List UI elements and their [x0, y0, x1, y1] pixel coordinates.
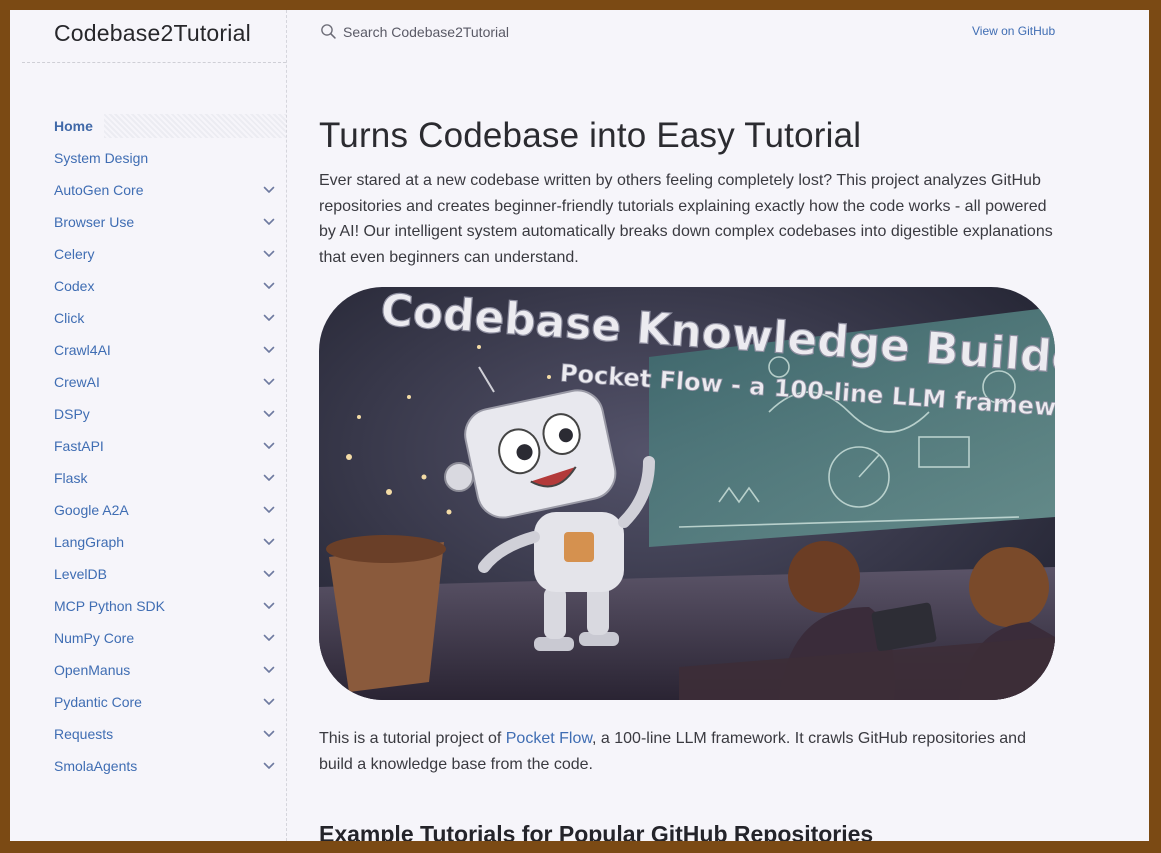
sidebar-item-label: Pydantic Core: [54, 694, 142, 710]
chevron-down-icon[interactable]: [262, 174, 276, 206]
chevron-down-icon[interactable]: [262, 494, 276, 526]
sidebar-item-crawl4ai[interactable]: Crawl4AI: [10, 334, 286, 366]
chevron-down-icon[interactable]: [262, 366, 276, 398]
sidebar-item-click[interactable]: Click: [10, 302, 286, 334]
sidebar-item-system-design[interactable]: System Design: [10, 142, 286, 174]
search-icon: [320, 23, 337, 40]
view-on-github-link[interactable]: View on GitHub: [972, 24, 1055, 38]
search-input[interactable]: Search Codebase2Tutorial: [343, 24, 509, 40]
sidebar-item-langgraph[interactable]: LangGraph: [10, 526, 286, 558]
section-heading: Example Tutorials for Popular GitHub Rep…: [319, 821, 874, 841]
sidebar-item-label: Celery: [54, 246, 95, 262]
sidebar-item-fastapi[interactable]: FastAPI: [10, 430, 286, 462]
chevron-down-icon[interactable]: [262, 430, 276, 462]
project-description: This is a tutorial project of Pocket Flo…: [319, 726, 1055, 777]
main-content: Turns Codebase into Easy Tutorial Ever s…: [319, 110, 1059, 841]
sidebar-item-label: LangGraph: [54, 534, 125, 550]
sidebar-item-mcp-python-sdk[interactable]: MCP Python SDK: [10, 590, 286, 622]
chevron-down-icon[interactable]: [262, 270, 276, 302]
sidebar-item-label: LevelDB: [54, 566, 107, 582]
sidebar-item-label: OpenManus: [54, 662, 131, 678]
sidebar-item-flask[interactable]: Flask: [10, 462, 286, 494]
sidebar-item-label: System Design: [54, 150, 149, 166]
search-box[interactable]: Search Codebase2Tutorial: [320, 23, 509, 40]
page-title: Turns Codebase into Easy Tutorial: [319, 116, 862, 155]
chevron-down-icon[interactable]: [262, 462, 276, 494]
chevron-down-icon[interactable]: [262, 750, 276, 782]
chevron-down-icon[interactable]: [262, 334, 276, 366]
sidebar-item-google-a2a[interactable]: Google A2A: [10, 494, 286, 526]
chevron-down-icon[interactable]: [262, 526, 276, 558]
sidebar-item-smolaagents[interactable]: SmolaAgents: [10, 750, 286, 782]
sidebar-item-label: DSPy: [54, 406, 90, 422]
chevron-down-icon[interactable]: [262, 718, 276, 750]
sidebar-item-crewai[interactable]: CrewAI: [10, 366, 286, 398]
chevron-down-icon[interactable]: [262, 558, 276, 590]
sidebar-nav: Home System Design AutoGen Core Browser Use…: [10, 110, 286, 782]
chevron-down-icon[interactable]: [262, 238, 276, 270]
sidebar-item-label: Home: [54, 118, 93, 134]
sidebar-item-numpy-core[interactable]: NumPy Core: [10, 622, 286, 654]
sidebar-item-label: Codex: [54, 278, 95, 294]
sidebar-item-openmanus[interactable]: OpenManus: [10, 654, 286, 686]
sidebar-item-label: Browser Use: [54, 214, 135, 230]
site-title[interactable]: Codebase2Tutorial: [54, 20, 251, 47]
pocket-flow-link[interactable]: Pocket Flow: [506, 730, 592, 747]
sidebar-item-dspy[interactable]: DSPy: [10, 398, 286, 430]
sidebar-item-label: CrewAI: [54, 374, 100, 390]
chevron-down-icon[interactable]: [262, 654, 276, 686]
chevron-down-icon[interactable]: [262, 302, 276, 334]
description-text-start: This is a tutorial project of: [319, 730, 506, 747]
sidebar-item-label: Google A2A: [54, 502, 129, 518]
sidebar-item-pydantic-core[interactable]: Pydantic Core: [10, 686, 286, 718]
page: Codebase2Tutorial Home System Design AutoG…: [10, 10, 1149, 841]
sidebar-item-label: Crawl4AI: [54, 342, 111, 358]
sidebar-item-leveldb[interactable]: LevelDB: [10, 558, 286, 590]
chevron-down-icon[interactable]: [262, 398, 276, 430]
sidebar: Codebase2Tutorial Home System Design AutoG…: [10, 10, 287, 841]
sidebar-item-label: Flask: [54, 470, 88, 486]
chevron-down-icon[interactable]: [262, 622, 276, 654]
sidebar-item-celery[interactable]: Celery: [10, 238, 286, 270]
chevron-down-icon[interactable]: [262, 590, 276, 622]
sidebar-item-label: Click: [54, 310, 85, 326]
sidebar-item-label: SmolaAgents: [54, 758, 138, 774]
chevron-down-icon[interactable]: [262, 206, 276, 238]
sidebar-item-label: FastAPI: [54, 438, 104, 454]
sidebar-item-label: AutoGen Core: [54, 182, 144, 198]
top-bar: Search Codebase2Tutorial View on GitHub: [287, 10, 1149, 62]
hero-image: Codebase Knowledge Builder Pocket Flow -…: [319, 287, 1055, 700]
sidebar-item-label: Requests: [54, 726, 114, 742]
sidebar-item-autogen-core[interactable]: AutoGen Core: [10, 174, 286, 206]
sidebar-item-browser-use[interactable]: Browser Use: [10, 206, 286, 238]
sidebar-item-label: NumPy Core: [54, 630, 135, 646]
sidebar-item-home[interactable]: Home: [10, 110, 286, 142]
chevron-down-icon[interactable]: [262, 686, 276, 718]
sidebar-item-codex[interactable]: Codex: [10, 270, 286, 302]
sidebar-item-label: MCP Python SDK: [54, 598, 166, 614]
sidebar-item-requests[interactable]: Requests: [10, 718, 286, 750]
intro-paragraph: Ever stared at a new codebase written by…: [319, 172, 1053, 266]
